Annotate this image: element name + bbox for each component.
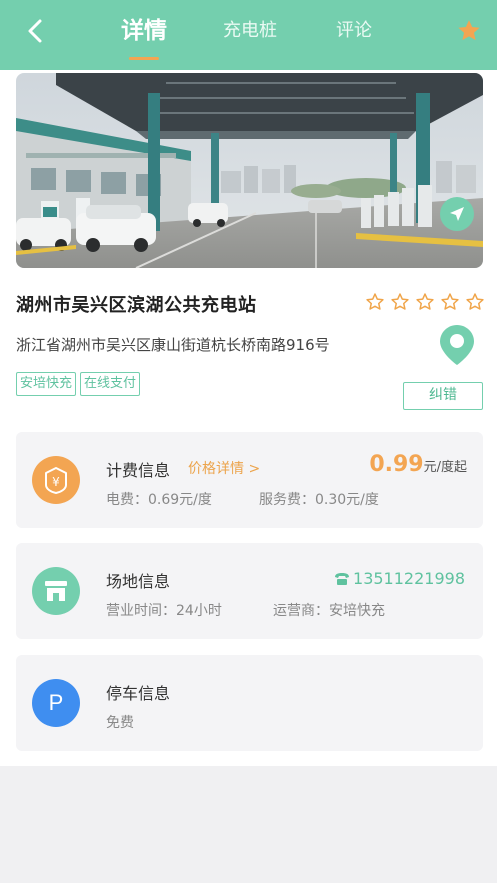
location-pin-icon[interactable] bbox=[437, 323, 477, 367]
active-tab-indicator bbox=[129, 57, 159, 60]
service-fee: 服务费：0.30元/度 bbox=[259, 492, 379, 508]
star-rating bbox=[365, 292, 485, 312]
parking-icon: P bbox=[32, 679, 80, 727]
parking-title: 停车信息 bbox=[106, 684, 171, 703]
svg-text:¥: ¥ bbox=[52, 475, 60, 489]
star-outline-icon bbox=[366, 293, 384, 310]
star-outline-icon bbox=[441, 293, 459, 310]
starting-price: 0.99元/度起 bbox=[369, 452, 467, 477]
tag-list: 安培快充 在线支付 bbox=[16, 372, 141, 396]
station-address: 浙江省湖州市吴兴区康山街道杭长桥南路916号 bbox=[16, 336, 330, 354]
price-detail-link[interactable]: 价格详情 > bbox=[188, 458, 260, 478]
tab-chargers[interactable]: 充电桩 bbox=[218, 14, 282, 48]
tab-comments[interactable]: 评论 bbox=[332, 14, 376, 48]
price-unit: 元/度起 bbox=[423, 460, 467, 475]
phone-number: 13511221998 bbox=[353, 569, 465, 588]
station-photo bbox=[16, 73, 483, 268]
favorite-star-icon[interactable] bbox=[456, 18, 482, 44]
navigation-arrow-icon bbox=[450, 207, 464, 221]
phone-icon bbox=[335, 572, 350, 585]
phone-link[interactable]: 13511221998 bbox=[333, 569, 465, 588]
station-photo-image bbox=[16, 73, 483, 268]
price-value: 0.99 bbox=[369, 452, 424, 477]
back-button[interactable] bbox=[20, 16, 50, 46]
venue-info-panel: 场地信息 13511221998 营业时间：24小时 运营商：安培快充 bbox=[16, 543, 483, 639]
yen-icon: ¥ bbox=[32, 456, 80, 504]
parking-letter: P bbox=[48, 690, 64, 715]
top-nav: 详情 充电桩 评论 bbox=[0, 0, 497, 64]
tag-online-payment: 在线支付 bbox=[80, 372, 141, 396]
operator: 运营商：安培快充 bbox=[273, 603, 385, 619]
parking-info-panel: P 停车信息 免费 bbox=[16, 655, 483, 751]
star-outline-icon bbox=[416, 293, 434, 310]
tag-operator: 安培快充 bbox=[16, 372, 77, 396]
parking-fee: 免费 bbox=[106, 715, 134, 731]
billing-title: 计费信息 bbox=[106, 461, 171, 480]
electricity-fee: 电费：0.69元/度 bbox=[106, 492, 212, 508]
station-name: 湖州市吴兴区滨湖公共充电站 bbox=[16, 295, 257, 316]
star-outline-icon bbox=[391, 293, 409, 310]
station-card: 湖州市吴兴区滨湖公共充电站 浙江省湖州市吴兴区康山街道杭长桥南路916号 安培快… bbox=[0, 70, 497, 766]
billing-info-panel: ¥ 计费信息 价格详情 > 0.99元/度起 电费：0.69元/度 服务费：0.… bbox=[16, 432, 483, 528]
store-icon bbox=[32, 567, 80, 615]
chevron-left-icon bbox=[28, 19, 42, 43]
venue-title: 场地信息 bbox=[106, 572, 171, 591]
star-outline-icon bbox=[466, 293, 484, 310]
tab-details[interactable]: 详情 bbox=[118, 14, 170, 48]
navigate-button[interactable] bbox=[440, 197, 474, 231]
opening-hours: 营业时间：24小时 bbox=[106, 603, 222, 619]
report-error-button[interactable]: 纠错 bbox=[403, 382, 483, 410]
